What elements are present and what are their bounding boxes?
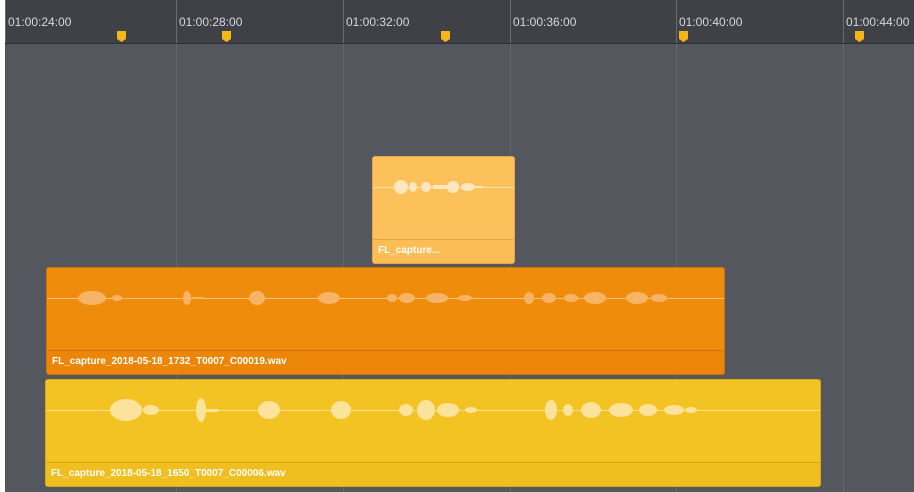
ruler-tick [5,0,6,43]
timecode-label: 01:00:28:00 [179,15,243,29]
ruler-tick [843,0,844,43]
audio-waveform [394,180,483,194]
clip-name: FL_capture_2018-05-18_1732_T0007_C00019.… [52,356,287,367]
timecode-label: 01:00:32:00 [346,15,410,29]
timeline-marker-icon[interactable] [222,31,231,42]
timecode-ruler[interactable]: 01:00:24:00 01:00:28:00 01:00:32:00 01:0… [5,0,914,44]
ruler-tick [176,0,177,43]
ruler-tick [343,0,344,43]
audio-clip-a3[interactable]: FL_capture... [372,156,515,264]
clip-name: FL_capture_2018-05-18_1650_T0007_C00006.… [51,468,286,479]
timeline-marker-icon[interactable] [679,31,688,42]
timeline-panel[interactable]: 01:00:24:00 01:00:28:00 01:00:32:00 01:0… [5,0,914,492]
audio-clip-a1[interactable]: FL_capture_2018-05-18_1650_T0007_C00006.… [45,379,821,487]
timecode-label: 01:00:40:00 [679,15,743,29]
audio-waveform [78,291,667,305]
timecode-label: 01:00:36:00 [513,15,577,29]
audio-waveform [110,398,697,422]
timeline-marker-icon[interactable] [855,31,864,42]
timeline-gridline [843,44,844,492]
ruler-tick [510,0,511,43]
audio-clip-a2[interactable]: FL_capture_2018-05-18_1732_T0007_C00019.… [46,267,725,375]
timeline-marker-icon[interactable] [117,31,126,42]
timecode-label: 01:00:24:00 [8,15,72,29]
ruler-tick [676,0,677,43]
timecode-label: 01:00:44:00 [846,15,910,29]
timeline-marker-icon[interactable] [441,31,450,42]
clip-name: FL_capture... [378,245,441,256]
